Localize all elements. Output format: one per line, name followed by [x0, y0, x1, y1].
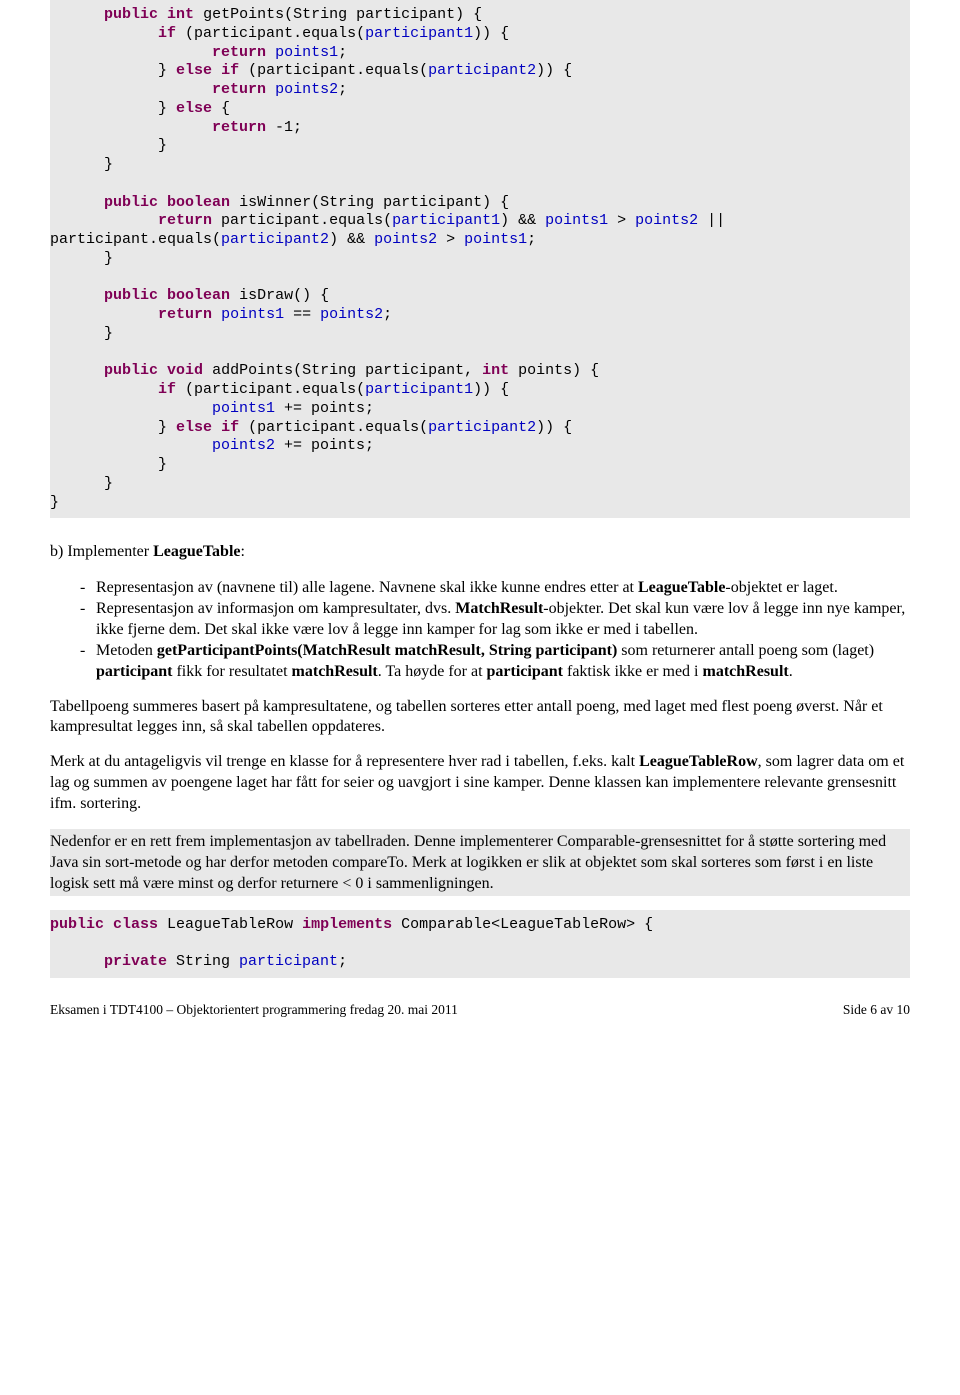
bullet-3: Metoden getParticipantPoints(MatchResult…	[80, 640, 910, 682]
code-block-1: public int getPoints(String participant)…	[50, 0, 910, 518]
gray-explanation: Nedenfor er en rett frem implementasjon …	[50, 829, 910, 896]
bullet-list: Representasjon av (navnene til) alle lag…	[50, 577, 910, 683]
bullet-2: Representasjon av informasjon om kampres…	[80, 598, 910, 640]
code-block-2: public class LeagueTableRow implements C…	[50, 910, 910, 978]
footer-left: Eksamen i TDT4100 – Objektorientert prog…	[50, 1002, 458, 1018]
section-b-intro: b) Implementer LeagueTable:	[50, 542, 910, 563]
footer: Eksamen i TDT4100 – Objektorientert prog…	[50, 1002, 910, 1018]
paragraph-3: Merk at du antageligvis vil trenge en kl…	[50, 752, 910, 814]
paragraph-2: Tabellpoeng summeres basert på kampresul…	[50, 697, 910, 739]
footer-right: Side 6 av 10	[843, 1002, 910, 1018]
gray-paragraph: Nedenfor er en rett frem implementasjon …	[50, 831, 910, 894]
bullet-1: Representasjon av (navnene til) alle lag…	[80, 577, 910, 598]
body-text: b) Implementer LeagueTable: Representasj…	[50, 542, 910, 814]
